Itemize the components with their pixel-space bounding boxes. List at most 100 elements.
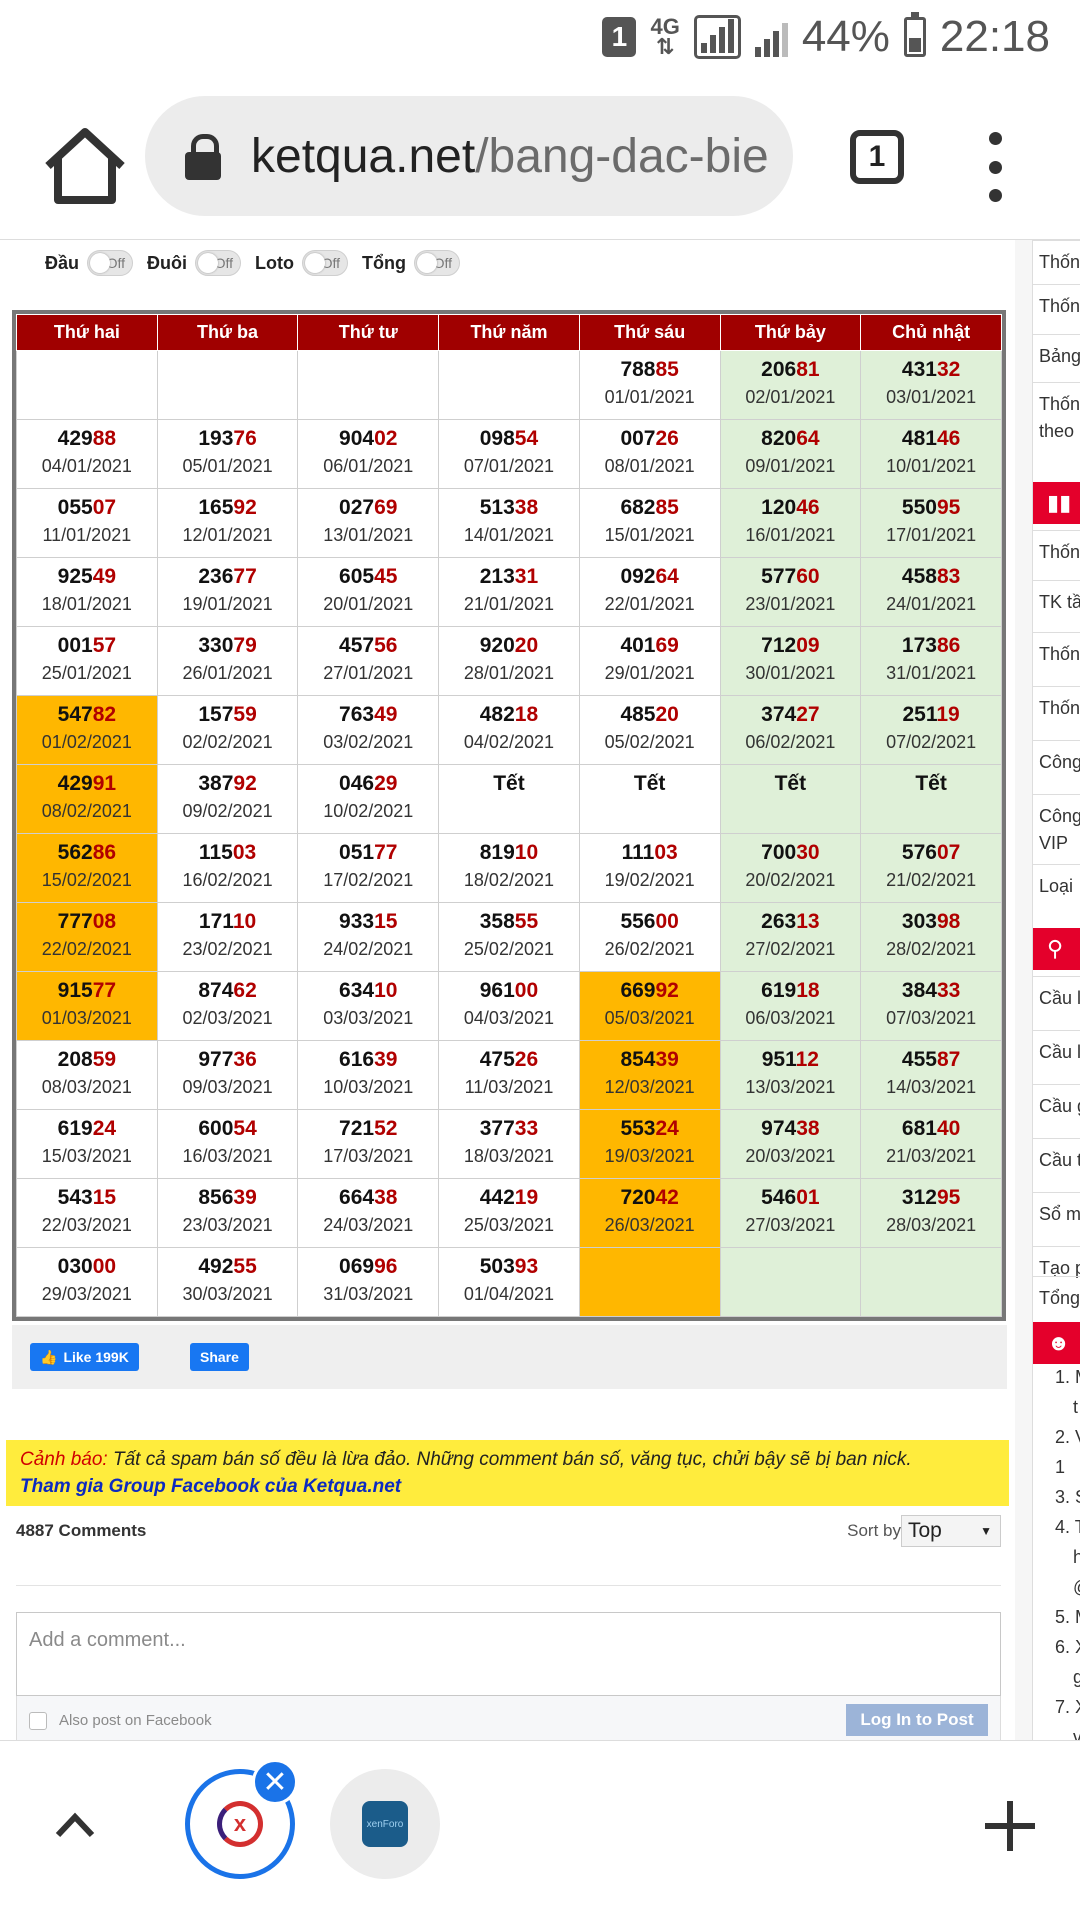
sidebar-list-item[interactable]: 1 (1055, 1452, 1080, 1482)
sidebar-item[interactable]: Thốn (1033, 240, 1080, 284)
result-cell[interactable]: 48520 05/02/2021 (578, 695, 721, 765)
result-cell[interactable]: 38433 07/03/2021 (860, 971, 1002, 1041)
result-cell[interactable]: 09264 22/01/2021 (578, 557, 721, 627)
result-cell[interactable]: 43132 03/01/2021 (860, 350, 1002, 420)
result-cell[interactable]: 42991 08/02/2021 (16, 764, 158, 834)
result-cell[interactable]: 42988 04/01/2021 (16, 419, 158, 489)
result-cell[interactable]: 26313 27/02/2021 (719, 902, 862, 972)
result-cell[interactable]: 09854 07/01/2021 (438, 419, 580, 489)
result-cell[interactable]: 05177 17/02/2021 (297, 833, 440, 903)
sidebar-list-item[interactable]: 3. S (1055, 1482, 1080, 1512)
address-bar[interactable]: ketqua.net/bang-dac-bie (145, 96, 793, 216)
sidebar-item[interactable]: Bảng (1033, 334, 1080, 382)
result-cell[interactable]: 95112 13/03/2021 (719, 1040, 862, 1110)
sidebar-list-item[interactable]: h (1055, 1542, 1080, 1572)
sidebar-item[interactable]: Cầu l (1033, 1030, 1080, 1084)
result-cell[interactable]: 00157 25/01/2021 (16, 626, 158, 696)
result-cell[interactable]: 15759 02/02/2021 (156, 695, 299, 765)
result-cell[interactable]: 85639 23/03/2021 (156, 1178, 299, 1248)
result-cell[interactable]: 51338 14/01/2021 (438, 488, 580, 558)
sidebar-list-item[interactable]: @ (1055, 1572, 1080, 1602)
sidebar-list-item[interactable]: 7. X (1055, 1692, 1080, 1722)
result-cell[interactable]: 87462 02/03/2021 (156, 971, 299, 1041)
sort-select[interactable]: Top (901, 1515, 1001, 1547)
result-cell[interactable]: 02769 13/01/2021 (297, 488, 440, 558)
result-cell[interactable]: 49255 30/03/2021 (156, 1247, 299, 1317)
result-cell[interactable]: 55095 17/01/2021 (860, 488, 1002, 558)
sidebar-item[interactable]: Thốn (1033, 284, 1080, 334)
home-button[interactable] (40, 126, 130, 206)
result-cell[interactable]: 70030 20/02/2021 (719, 833, 862, 903)
result-cell[interactable] (438, 350, 580, 420)
result-cell[interactable]: 11103 19/02/2021 (578, 833, 721, 903)
result-cell[interactable]: 45883 24/01/2021 (860, 557, 1002, 627)
result-cell[interactable]: 85439 12/03/2021 (578, 1040, 721, 1110)
facebook-group-link[interactable]: Tham gia Group Facebook của Ketqua.net (20, 1476, 401, 1497)
facebook-share-button[interactable]: Share (190, 1343, 249, 1371)
sidebar-item[interactable]: Loại (1033, 864, 1080, 914)
comment-input[interactable]: Add a comment... (16, 1612, 1001, 1696)
sidebar-item[interactable]: Cầu t (1033, 1138, 1080, 1192)
result-cell[interactable]: 61924 15/03/2021 (16, 1109, 158, 1179)
result-cell[interactable]: 81910 18/02/2021 (438, 833, 580, 903)
result-cell[interactable]: 25119 07/02/2021 (860, 695, 1002, 765)
result-cell[interactable] (860, 1247, 1002, 1317)
sidebar-list-item[interactable]: 6. X (1055, 1632, 1080, 1662)
result-cell[interactable]: 16592 12/01/2021 (156, 488, 299, 558)
result-cell[interactable]: 68140 21/03/2021 (860, 1109, 1002, 1179)
facebook-like-button[interactable]: 👍 Like 199K (30, 1343, 139, 1371)
result-cell[interactable]: 37427 06/02/2021 (719, 695, 862, 765)
result-cell[interactable]: 72152 17/03/2021 (297, 1109, 440, 1179)
result-cell[interactable]: 57607 21/02/2021 (860, 833, 1002, 903)
result-cell[interactable]: 54782 01/02/2021 (16, 695, 158, 765)
result-cell[interactable]: 40169 29/01/2021 (578, 626, 721, 696)
result-cell[interactable]: 48218 04/02/2021 (438, 695, 580, 765)
result-cell[interactable]: 17110 23/02/2021 (156, 902, 299, 972)
result-cell[interactable]: 93315 24/02/2021 (297, 902, 440, 972)
result-cell[interactable]: 68285 15/01/2021 (578, 488, 721, 558)
also-post-checkbox[interactable] (29, 1712, 47, 1730)
sidebar-list-item[interactable]: 1. M (1055, 1362, 1080, 1392)
result-cell[interactable]: 30398 28/02/2021 (860, 902, 1002, 972)
result-cell[interactable]: 45756 27/01/2021 (297, 626, 440, 696)
result-cell[interactable]: 47526 11/03/2021 (438, 1040, 580, 1110)
sidebar-list-item[interactable]: v (1055, 1722, 1080, 1740)
sidebar-list-item[interactable]: 4. T (1055, 1512, 1080, 1542)
sidebar-list-item[interactable]: 5. M (1055, 1602, 1080, 1632)
result-cell[interactable]: 21331 21/01/2021 (438, 557, 580, 627)
sidebar-list-item[interactable]: 2. V (1055, 1422, 1080, 1452)
result-cell[interactable]: 20681 02/01/2021 (719, 350, 862, 420)
result-cell[interactable]: 04629 10/02/2021 (297, 764, 440, 834)
result-cell[interactable]: 33079 26/01/2021 (156, 626, 299, 696)
toggle-dau[interactable]: Off (87, 250, 134, 276)
result-cell[interactable]: 76349 03/02/2021 (297, 695, 440, 765)
sidebar-item[interactable]: Thốn (1033, 530, 1080, 580)
result-cell[interactable]: 35855 25/02/2021 (438, 902, 580, 972)
result-cell[interactable]: 78885 01/01/2021 (578, 350, 721, 420)
result-cell[interactable]: 38792 09/02/2021 (156, 764, 299, 834)
result-cell[interactable]: 06996 31/03/2021 (297, 1247, 440, 1317)
result-cell[interactable]: 82064 09/01/2021 (719, 419, 862, 489)
result-cell[interactable] (297, 350, 440, 420)
result-cell[interactable]: 92020 28/01/2021 (438, 626, 580, 696)
sidebar-item[interactable]: TK tầ (1033, 580, 1080, 632)
result-cell[interactable]: 61918 06/03/2021 (719, 971, 862, 1041)
result-cell[interactable]: Tết (438, 764, 580, 834)
result-cell[interactable]: 71209 30/01/2021 (719, 626, 862, 696)
result-cell[interactable]: 72042 26/03/2021 (578, 1178, 721, 1248)
login-to-post-button[interactable]: Log In to Post (846, 1704, 988, 1736)
sidebar-item[interactable]: Thốn (1033, 632, 1080, 686)
result-cell[interactable] (719, 1247, 862, 1317)
result-cell[interactable]: 54601 27/03/2021 (719, 1178, 862, 1248)
sidebar-list-item[interactable]: g (1055, 1662, 1080, 1692)
result-cell[interactable]: 90402 06/01/2021 (297, 419, 440, 489)
result-cell[interactable]: 97736 09/03/2021 (156, 1040, 299, 1110)
result-cell[interactable]: 56286 15/02/2021 (16, 833, 158, 903)
result-cell[interactable]: 50393 01/04/2021 (438, 1247, 580, 1317)
result-cell[interactable]: 63410 03/03/2021 (297, 971, 440, 1041)
tab-thumbnail[interactable]: xenForo (330, 1769, 440, 1879)
result-cell[interactable] (16, 350, 158, 420)
sidebar-item[interactable]: Cầu g (1033, 1084, 1080, 1138)
result-cell[interactable]: 66992 05/03/2021 (578, 971, 721, 1041)
result-cell[interactable]: 60054 16/03/2021 (156, 1109, 299, 1179)
